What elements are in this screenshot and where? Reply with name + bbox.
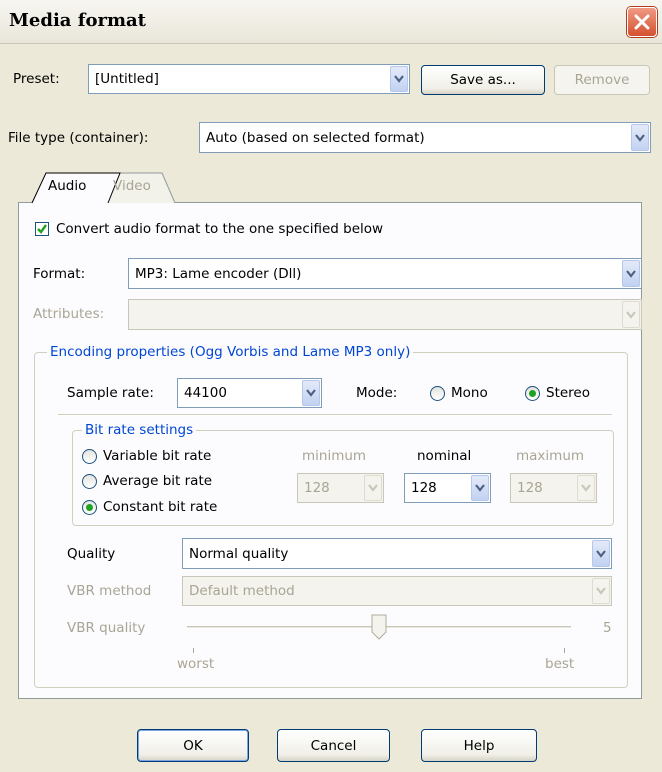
best-label: best bbox=[545, 656, 575, 672]
radio-selected-dot bbox=[86, 504, 93, 511]
close-button[interactable] bbox=[627, 7, 657, 37]
nominal-dropdown-button[interactable] bbox=[471, 475, 489, 501]
attributes-dropdown-button[interactable] bbox=[622, 301, 640, 328]
preset-dropdown-button[interactable] bbox=[390, 66, 408, 92]
chevron-down-icon bbox=[581, 484, 591, 492]
chevron-down-icon bbox=[626, 269, 636, 278]
help-button[interactable]: Help bbox=[421, 729, 537, 762]
minimum-label: minimum bbox=[302, 448, 367, 464]
stereo-radio[interactable] bbox=[525, 386, 540, 401]
nominal-bitrate-select[interactable]: 128 bbox=[404, 473, 491, 503]
chevron-down-icon bbox=[368, 484, 378, 492]
sample-rate-label: Sample rate: bbox=[67, 385, 154, 401]
worst-label: worst bbox=[177, 656, 215, 672]
save-as-button[interactable]: Save as... bbox=[421, 65, 545, 95]
separator bbox=[58, 414, 612, 416]
chevron-down-icon bbox=[306, 389, 316, 397]
checkmark-icon bbox=[37, 224, 47, 234]
sample-rate-dropdown-button[interactable] bbox=[302, 380, 320, 406]
average-bit-rate-radio[interactable] bbox=[82, 474, 97, 489]
radio-selected-dot bbox=[529, 390, 536, 397]
bit-rate-settings-title: Bit rate settings bbox=[82, 422, 197, 438]
vbr-method-label: VBR method bbox=[67, 583, 152, 599]
nominal-label: nominal bbox=[417, 448, 472, 464]
file-type-select[interactable]: Auto (based on selected format) bbox=[199, 122, 651, 153]
sample-rate-select[interactable]: 44100 bbox=[177, 378, 322, 408]
format-value: MP3: Lame encoder (Dll) bbox=[135, 265, 302, 282]
sample-rate-value: 44100 bbox=[184, 385, 227, 401]
chevron-down-icon bbox=[596, 549, 606, 558]
slider-tick-min bbox=[193, 648, 194, 653]
remove-button[interactable]: Remove bbox=[554, 65, 650, 95]
vbr-method-value: Default method bbox=[189, 583, 295, 599]
tab-audio[interactable]: Audio bbox=[48, 177, 86, 195]
maximum-bitrate-select[interactable]: 128 bbox=[510, 473, 597, 503]
quality-select[interactable]: Normal quality bbox=[182, 538, 612, 569]
attributes-select[interactable] bbox=[128, 299, 642, 330]
variable-bit-rate-radio[interactable] bbox=[82, 449, 97, 464]
preset-label: Preset: bbox=[13, 71, 60, 87]
vbr-quality-slider-thumb[interactable] bbox=[371, 614, 387, 640]
chevron-down-icon bbox=[475, 484, 485, 492]
convert-audio-checkbox[interactable] bbox=[35, 222, 49, 236]
constant-bit-rate-label[interactable]: Constant bit rate bbox=[103, 498, 217, 516]
close-icon bbox=[634, 14, 650, 30]
chevron-down-icon bbox=[596, 587, 606, 595]
cancel-button[interactable]: Cancel bbox=[277, 729, 390, 762]
maximum-dropdown-button[interactable] bbox=[577, 475, 595, 501]
vbr-method-dropdown-button[interactable] bbox=[592, 578, 610, 604]
variable-bit-rate-label[interactable]: Variable bit rate bbox=[103, 447, 211, 465]
minimum-bitrate-value: 128 bbox=[304, 480, 330, 496]
maximum-bitrate-value: 128 bbox=[517, 480, 543, 496]
minimum-bitrate-select[interactable]: 128 bbox=[297, 473, 384, 503]
quality-label: Quality bbox=[67, 546, 116, 562]
quality-value: Normal quality bbox=[189, 545, 289, 562]
vbr-method-select[interactable]: Default method bbox=[182, 576, 612, 606]
vbr-quality-label: VBR quality bbox=[67, 620, 146, 636]
chevron-down-icon bbox=[626, 310, 636, 319]
mode-label: Mode: bbox=[356, 385, 398, 401]
slider-tick-max bbox=[564, 648, 565, 653]
preset-select[interactable]: [Untitled] bbox=[88, 64, 410, 94]
mono-radio[interactable] bbox=[430, 386, 445, 401]
vbr-quality-value: 5 bbox=[603, 620, 612, 636]
mono-label[interactable]: Mono bbox=[451, 384, 488, 402]
window-title: Media format bbox=[9, 10, 146, 31]
attributes-label: Attributes: bbox=[33, 306, 105, 322]
quality-dropdown-button[interactable] bbox=[592, 540, 610, 567]
file-type-value: Auto (based on selected format) bbox=[206, 129, 425, 146]
average-bit-rate-label[interactable]: Average bit rate bbox=[103, 472, 212, 490]
tab-video[interactable]: Video bbox=[113, 177, 151, 195]
format-dropdown-button[interactable] bbox=[622, 260, 640, 287]
nominal-bitrate-value: 128 bbox=[411, 480, 437, 496]
constant-bit-rate-radio[interactable] bbox=[82, 500, 97, 515]
format-select[interactable]: MP3: Lame encoder (Dll) bbox=[128, 258, 642, 289]
file-type-dropdown-button[interactable] bbox=[631, 124, 649, 151]
file-type-label: File type (container): bbox=[8, 130, 149, 146]
chevron-down-icon bbox=[394, 75, 404, 83]
ok-button[interactable]: OK bbox=[137, 729, 249, 762]
encoding-properties-title: Encoding properties (Ogg Vorbis and Lame… bbox=[47, 344, 414, 360]
minimum-dropdown-button[interactable] bbox=[364, 475, 382, 501]
chevron-down-icon bbox=[635, 133, 645, 142]
maximum-label: maximum bbox=[516, 448, 585, 464]
preset-value: [Untitled] bbox=[95, 71, 159, 87]
convert-audio-label[interactable]: Convert audio format to the one specifie… bbox=[56, 220, 383, 238]
stereo-label[interactable]: Stereo bbox=[546, 384, 590, 402]
format-label: Format: bbox=[33, 266, 86, 282]
